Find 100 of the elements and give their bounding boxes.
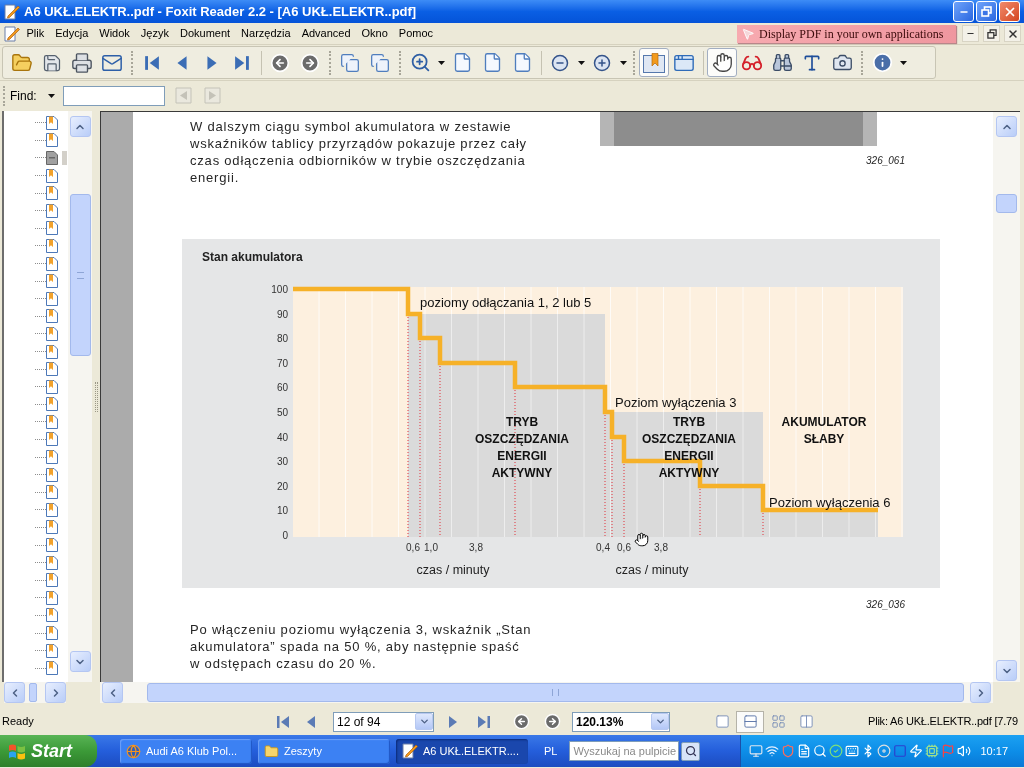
chip-icon (925, 744, 939, 758)
y-tick-label: 20 (276, 480, 288, 492)
disc-icon (877, 744, 891, 758)
zoom-field[interactable]: 120.13% (572, 711, 670, 732)
magnifier-icon (813, 744, 827, 758)
bookmark-page-icon (46, 379, 58, 394)
restore-button[interactable] (983, 25, 1000, 42)
square-icon (893, 744, 907, 758)
menu-item[interactable]: Advanced (296, 25, 357, 42)
pages-icon (370, 52, 390, 73)
scrollbar-thumb[interactable] (996, 194, 1017, 213)
two-rows-icon (742, 714, 758, 729)
monitor-icon (749, 744, 763, 758)
start-button[interactable]: Start (0, 735, 97, 767)
restore-icon (981, 6, 992, 17)
menu-item[interactable]: Język (135, 25, 175, 42)
bookmark-page-icon (46, 450, 58, 465)
taskbar-button[interactable]: Zeszyty (258, 738, 390, 764)
window-title: A6 UKŁ.ELEKTR..pdf - Foxit Reader 2.2 - [A6 UKŁ.ELEKTR..pdf] (24, 2, 417, 21)
page-dropdown-button[interactable] (415, 713, 433, 730)
menu-item[interactable]: Widok (93, 25, 136, 42)
arrow-left-circle-icon (270, 52, 290, 73)
scroll-down-button[interactable] (996, 660, 1017, 681)
skip-to-start-icon (144, 54, 160, 71)
region-label: AKUMULATOR SŁABY (781, 415, 867, 446)
bookmark-page-icon (46, 238, 58, 253)
y-tick-label: 0 (282, 529, 288, 541)
open-folder-icon (11, 51, 33, 74)
hand-icon (711, 52, 733, 73)
page-number-field[interactable]: 12 of 94 (333, 711, 434, 732)
caret-icon (899, 60, 907, 65)
zoom-dropdown-button[interactable] (651, 713, 669, 730)
scroll-right-button[interactable] (45, 682, 66, 703)
scroll-up-button[interactable] (69, 116, 91, 137)
keyboard-icon (845, 744, 859, 758)
bookmark-page-icon (46, 661, 58, 676)
menu-item[interactable]: Okno (356, 25, 394, 42)
bookmark-page-icon (46, 274, 58, 289)
menu-item[interactable]: Narzędzia (235, 25, 297, 42)
caret-icon (619, 60, 627, 65)
grid-icon (770, 714, 786, 729)
pen-page-icon (402, 743, 418, 759)
bookmark-page-icon (46, 168, 58, 183)
scrollbar-thumb[interactable] (147, 683, 964, 702)
bookmark-page-icon (46, 573, 58, 588)
menu-item[interactable]: Dokument (174, 25, 236, 42)
scroll-up-button[interactable] (996, 116, 1017, 137)
continuous-button[interactable] (736, 710, 764, 733)
ad-banner[interactable]: Display PDF in your own applications (737, 24, 956, 43)
flag-icon (941, 744, 955, 758)
taskbar-button[interactable]: Audi A6 Klub Pol... (120, 738, 252, 764)
bookmark-page-icon (46, 203, 58, 218)
scrollbar-thumb[interactable] (69, 194, 91, 356)
bookmark-page-icon (46, 520, 58, 535)
bookmark-page-icon (46, 608, 58, 623)
language-indicator[interactable]: PL (544, 742, 558, 760)
axis-label: czas / minuty (416, 563, 490, 577)
axis-label: czas / minuty (615, 563, 689, 577)
back-button[interactable] (511, 711, 531, 732)
scrollbar-thumb[interactable] (29, 683, 37, 702)
chevron-down-icon (418, 716, 430, 727)
forward-button[interactable] (542, 711, 562, 732)
time-label: 3,8 (654, 542, 668, 553)
y-tick-label: 10 (276, 504, 288, 516)
close-button[interactable] (1004, 25, 1021, 42)
desktop-search-field[interactable]: Wyszukaj na pulpicie (569, 741, 680, 761)
bookmark-page-icon (46, 397, 58, 412)
shield-icon (781, 744, 795, 758)
bookmark-page-icon (46, 555, 58, 570)
scroll-left-button[interactable] (102, 682, 123, 703)
bookmarks-panel-button[interactable] (639, 48, 669, 77)
level-annotation: Poziom wyłączenia 3 (615, 394, 737, 410)
scroll-right-button[interactable] (970, 682, 991, 703)
pen-page-icon (4, 3, 20, 20)
close-icon (1006, 27, 1019, 40)
search-button[interactable] (681, 741, 701, 761)
hand-cursor-icon (634, 532, 649, 547)
bookmark-page-icon (46, 186, 58, 201)
scroll-down-button[interactable] (69, 651, 91, 672)
folder-icon (264, 743, 279, 759)
bookmark-page-icon (46, 432, 58, 447)
find-label: Find: (10, 87, 37, 105)
bookmark-page-icon (46, 590, 58, 605)
menu-item[interactable]: Edycja (49, 25, 94, 42)
camera-icon (831, 52, 853, 73)
bookmark-page-icon (46, 485, 58, 500)
hand-tool-button[interactable] (707, 48, 737, 77)
info-icon (871, 52, 893, 73)
y-tick-label: 40 (276, 431, 288, 443)
square-icon (714, 714, 730, 729)
dotted-marker-line (762, 512, 764, 538)
time-label: 0,6 (406, 542, 420, 553)
taskbar-button[interactable]: A6 UKŁ.ELEKTR.... (396, 738, 528, 764)
two-columns-icon (798, 714, 814, 729)
find-field[interactable] (62, 85, 165, 106)
menu-item[interactable]: Plik (21, 25, 50, 42)
windows-flag-icon (8, 742, 26, 760)
menu-item[interactable]: Pomoc (393, 25, 439, 42)
scroll-left-button[interactable] (4, 682, 25, 703)
bookmark-page-icon (46, 502, 58, 517)
